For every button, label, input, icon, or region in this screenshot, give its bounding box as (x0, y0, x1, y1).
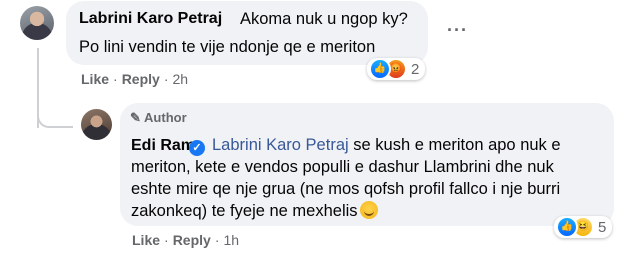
comment-author[interactable]: Labrini Karo Petraj (79, 10, 222, 28)
reply-button[interactable]: Reply (173, 232, 211, 248)
comment-text: Akoma nuk u ngop ky? (240, 10, 408, 28)
comment-text: meriton, kete e vendos populli e dashur … (131, 158, 554, 176)
timestamp[interactable]: 1h (223, 232, 239, 248)
author-badge-label: Author (144, 110, 187, 125)
smile-emoji-icon (359, 201, 378, 219)
like-icon: 👍 (369, 58, 391, 80)
comment-actions: Like · Reply · 2h (81, 71, 188, 87)
like-icon: 👍 (556, 216, 578, 238)
like-button[interactable]: Like (132, 232, 160, 248)
comment-text: Po lini vendin te vije ndonje qe e merit… (79, 38, 376, 56)
comment-actions: Like · Reply · 1h (132, 232, 239, 248)
reply-button[interactable]: Reply (122, 71, 160, 87)
comment-text: eshte mire qe nje grua (ne mos qofsh pro… (131, 180, 561, 198)
avatar-edi-rama[interactable] (81, 109, 112, 140)
author-badge: ✎ Author (130, 110, 187, 125)
reaction-summary[interactable]: 👍 😡 2 (367, 58, 426, 80)
like-button[interactable]: Like (81, 71, 109, 87)
avatar-labrini[interactable] (20, 6, 54, 40)
reaction-count: 5 (598, 218, 607, 236)
separator-dot: · (214, 232, 220, 248)
mention-link[interactable]: Labrini Karo Petraj (212, 136, 349, 154)
thread-connector (37, 108, 73, 128)
separator-dot: · (113, 71, 118, 87)
comment-text: zakonkeq) te fyeje ne mexhelis (131, 200, 378, 222)
timestamp[interactable]: 2h (172, 71, 188, 87)
more-options-icon[interactable]: ··· (447, 20, 468, 41)
separator-dot: · (164, 232, 169, 248)
separator-dot: · (163, 71, 169, 87)
reaction-summary[interactable]: 👍 😆 5 (554, 216, 613, 238)
reaction-count: 2 (411, 60, 420, 78)
verified-badge-icon: ✓ (189, 140, 205, 156)
comment-text: Labrini Karo Petraj se kush e meriton ap… (212, 136, 561, 154)
